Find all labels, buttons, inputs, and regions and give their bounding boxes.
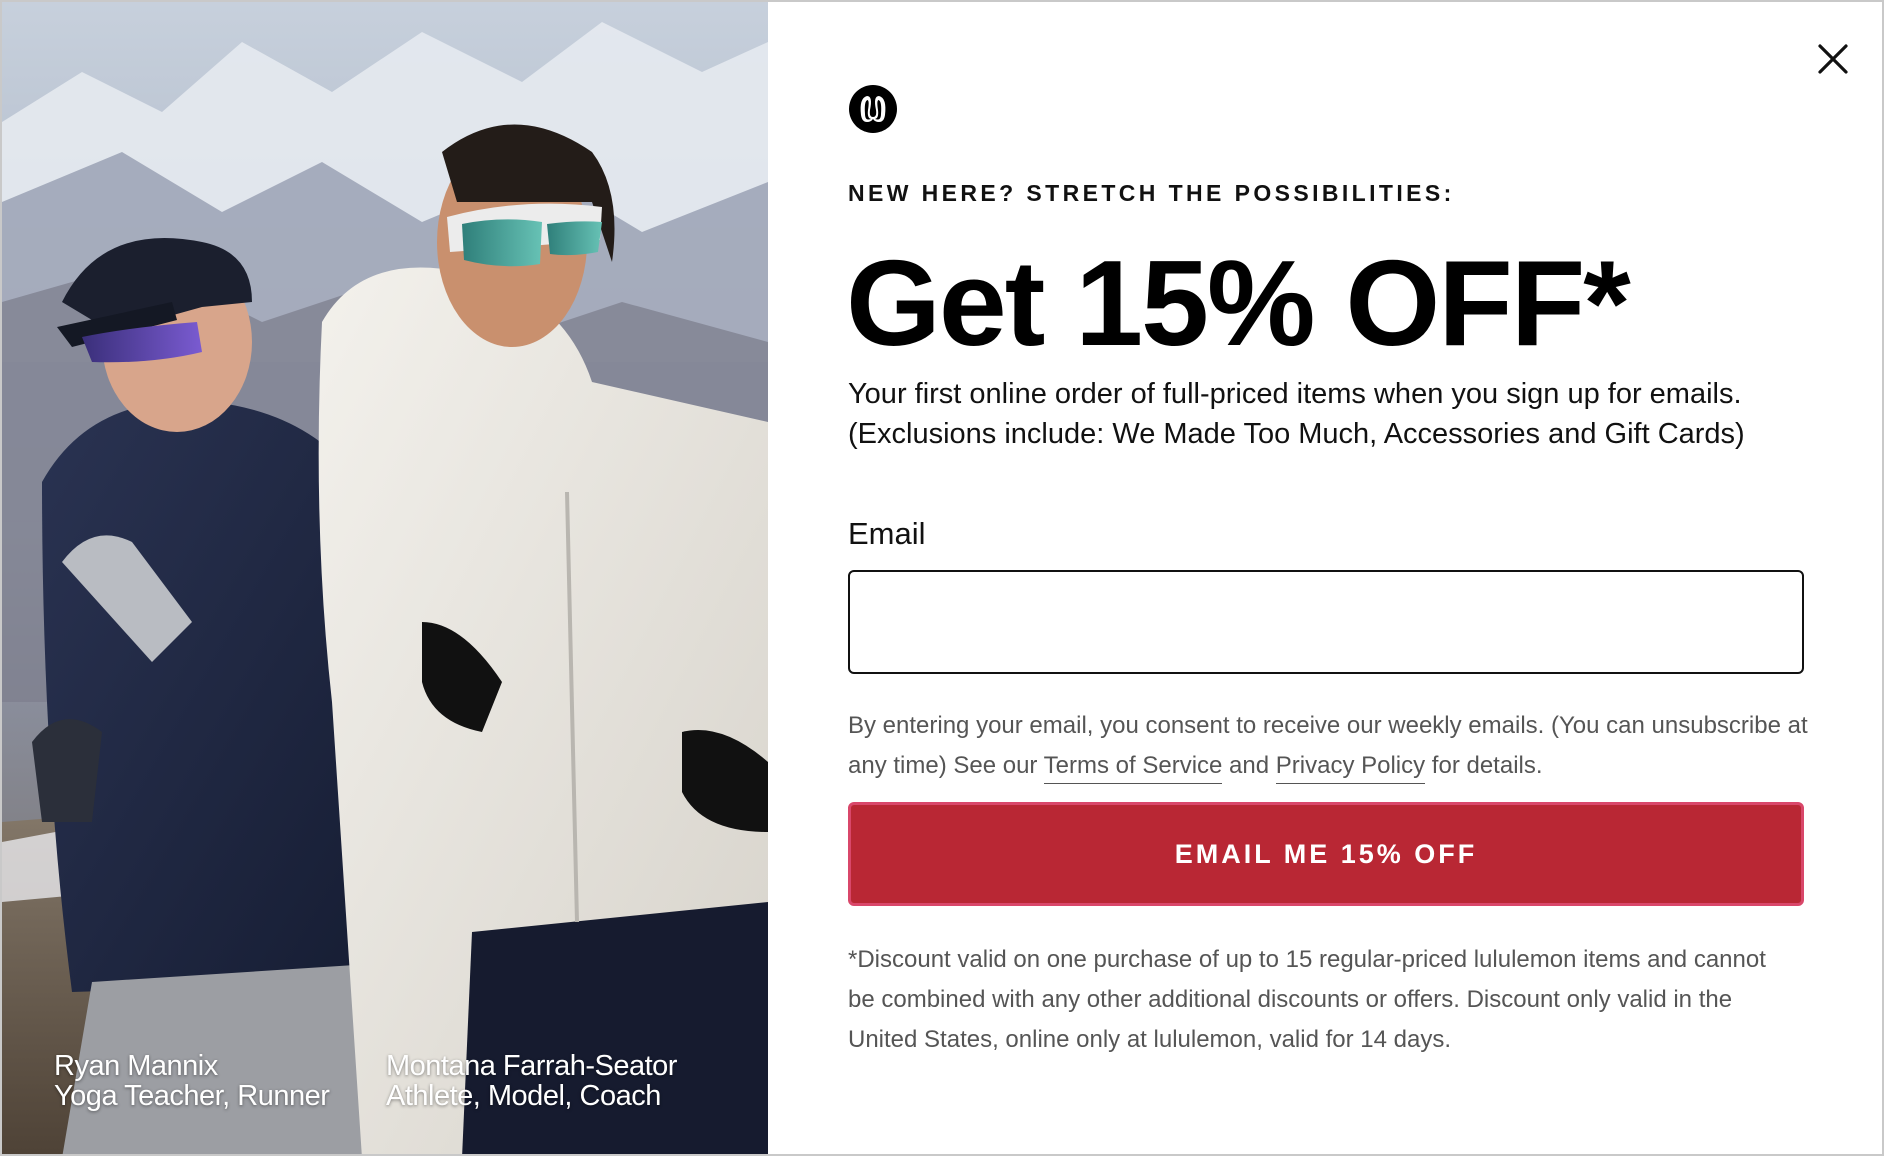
- email-label: Email: [848, 516, 926, 551]
- caption-montana: Montana Farrah-Seator Athlete, Model, Co…: [386, 1051, 677, 1111]
- signup-content: NEW HERE? STRETCH THE POSSIBILITIES: Get…: [768, 2, 1882, 1154]
- disclaimer-line: be combined with any other additional di…: [848, 986, 1733, 1013]
- hero-photo: Ryan Mannix Yoga Teacher, Runner Montana…: [2, 2, 768, 1154]
- caption-name: Montana Farrah-Seator: [386, 1050, 677, 1082]
- subcopy-line: (Exclusions include: We Made Too Much, A…: [848, 418, 1745, 450]
- caption-role: Athlete, Model, Coach: [386, 1080, 661, 1112]
- consent-and: and: [1222, 752, 1276, 779]
- close-button[interactable]: [1810, 36, 1856, 82]
- eyebrow-text: NEW HERE? STRETCH THE POSSIBILITIES:: [848, 180, 1455, 206]
- caption-role: Yoga Teacher, Runner: [54, 1080, 330, 1112]
- privacy-policy-link[interactable]: Privacy Policy: [1275, 752, 1426, 784]
- close-icon[interactable]: [1810, 36, 1856, 82]
- discount-disclaimer: *Discount valid on one purchase of up to…: [848, 940, 1808, 1060]
- caption-ryan: Ryan Mannix Yoga Teacher, Runner: [54, 1050, 330, 1112]
- subcopy-line: Your first online order of full-priced i…: [848, 378, 1742, 410]
- offer-headline: Get 15% OFF*: [846, 235, 1631, 371]
- consent-suffix: for details.: [1425, 752, 1543, 779]
- email-me-button[interactable]: EMAIL ME 15% OFF: [848, 802, 1804, 906]
- offer-subcopy: Your first online order of full-priced i…: [848, 374, 1848, 454]
- disclaimer-line: United States, online only at lululemon,…: [848, 1026, 1452, 1053]
- email-signup-modal: Ryan Mannix Yoga Teacher, Runner Montana…: [0, 0, 1884, 1156]
- disclaimer-line: *Discount valid on one purchase of up to…: [848, 946, 1766, 973]
- runners-photo: [2, 2, 768, 1154]
- lululemon-logo-icon: [848, 84, 898, 134]
- consent-text: By entering your email, you consent to r…: [848, 706, 1828, 786]
- terms-of-service-link[interactable]: Terms of Service: [1043, 752, 1223, 784]
- caption-name: Ryan Mannix: [54, 1050, 218, 1082]
- email-input[interactable]: [848, 570, 1804, 674]
